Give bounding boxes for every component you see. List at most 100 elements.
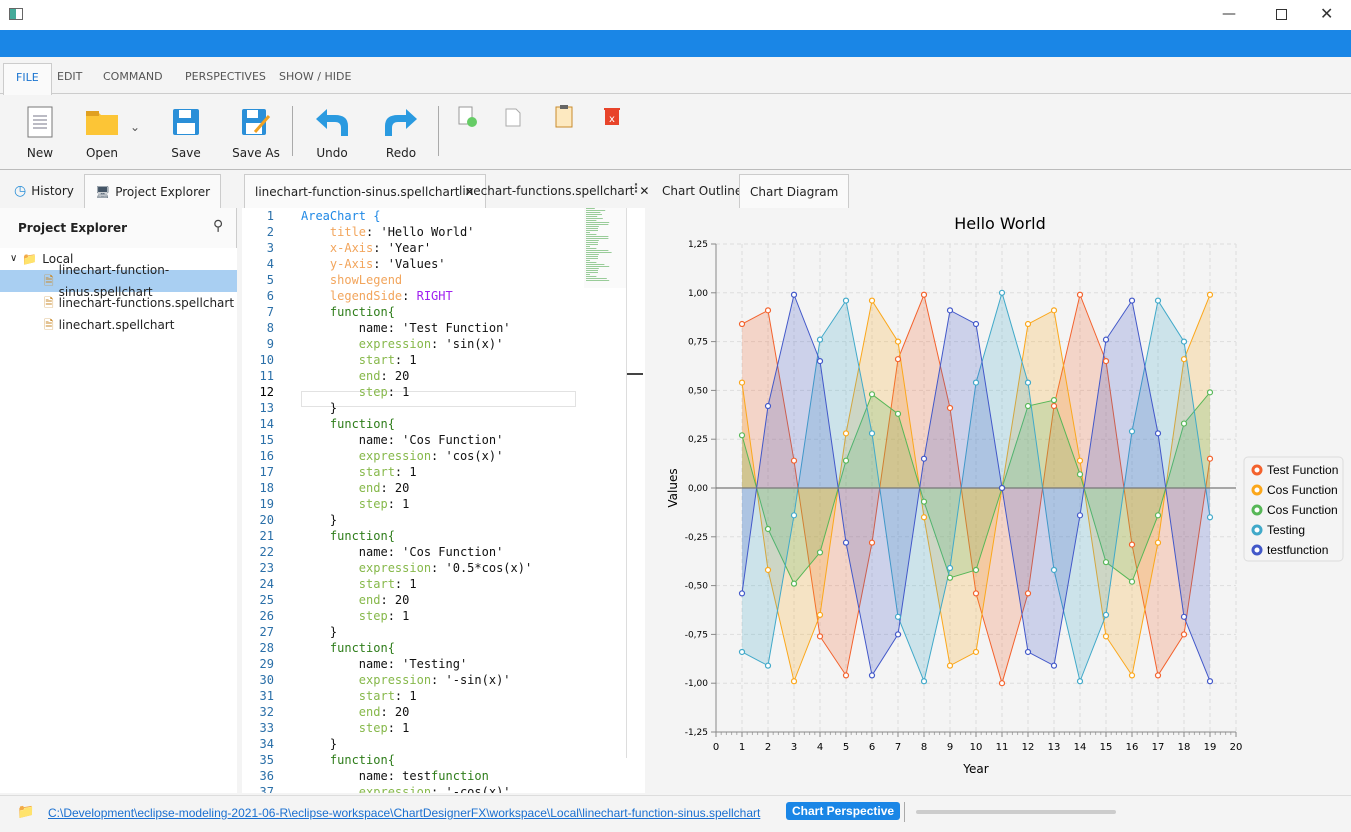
open-dropdown-chevron-icon[interactable]: ⌄ [130, 120, 140, 134]
file-icon: 🗎 [44, 274, 54, 288]
close-button[interactable]: ✕ [1320, 4, 1333, 23]
code-line: end: 20 [301, 368, 410, 384]
line-number: 12 [259, 385, 274, 399]
undo-label: Undo [316, 146, 348, 160]
code-editor[interactable]: 1 AreaChart {2 title: 'Hello World' 3 x-Ax… [242, 208, 645, 793]
tree-file[interactable]: 🗎 linechart-function-sinus.spellchart [0, 263, 237, 299]
legend-marker [1251, 544, 1263, 556]
line-number: 31 [259, 689, 274, 703]
code-token: y-Axis [329, 257, 374, 271]
minimap[interactable] [584, 208, 626, 288]
x-tick-label: 19 [1204, 742, 1217, 753]
tab-label: History [31, 184, 74, 198]
tab-chart-outline[interactable]: Chart Outline [652, 174, 752, 208]
data-point [790, 580, 798, 587]
data-point [1076, 457, 1084, 464]
line-number: 1 [266, 209, 274, 223]
file-path-link[interactable]: C:\Development\eclipse-modeling-2021-06-… [48, 806, 760, 820]
x-tick-label: 18 [1178, 742, 1191, 753]
line-number: 25 [259, 593, 274, 607]
tab-history[interactable]: ◷ History [4, 174, 84, 208]
menu-tab-show-hide[interactable]: SHOW / HIDE [267, 63, 363, 95]
new-file-add-icon[interactable] [458, 106, 478, 131]
code-line: x-Axis: 'Year' [301, 240, 431, 256]
editor-tab-functions[interactable]: linechart-functions.spellchart ✕ [449, 174, 659, 208]
data-point [1180, 631, 1188, 638]
code-token: expression [358, 449, 432, 463]
data-point [816, 336, 824, 343]
code-line: function{ [301, 416, 395, 432]
redo-button[interactable]: Redo [381, 104, 421, 160]
data-point [764, 525, 772, 533]
search-icon[interactable]: ⚲ [213, 218, 223, 234]
data-point [1076, 471, 1084, 478]
data-point [1180, 356, 1188, 363]
file-icon: 🗎 [44, 318, 54, 332]
code-line: start: 1 [301, 576, 417, 592]
y-tick-label: -0,75 [685, 630, 708, 640]
clipboard-paste-icon[interactable] [555, 104, 573, 131]
save-as-label: Save As [232, 146, 280, 160]
chevron-down-icon[interactable]: ∨ [10, 248, 17, 270]
code-line: start: 1 [301, 688, 417, 704]
delete-icon[interactable]: x [604, 106, 620, 129]
data-point [894, 410, 902, 417]
copy-icon[interactable] [505, 105, 523, 130]
svg-text:x: x [609, 114, 615, 125]
scrollbar-thumb[interactable] [626, 373, 643, 375]
new-button[interactable]: New [20, 104, 60, 160]
undo-button[interactable]: Undo [312, 104, 352, 160]
minimize-button[interactable]: — [1222, 6, 1236, 22]
data-point [1154, 539, 1162, 546]
y-tick-label: 0,75 [688, 338, 708, 348]
tab-chart-diagram[interactable]: Chart Diagram [739, 174, 850, 208]
title-bar: — ✕ [0, 0, 1351, 30]
line-number: 2 [266, 225, 274, 239]
data-point [972, 590, 980, 597]
code-token: : 20 [380, 705, 410, 719]
maximize-button[interactable] [1276, 9, 1287, 20]
data-point [764, 566, 772, 574]
data-point [1102, 336, 1110, 343]
code-token: end [358, 481, 381, 495]
more-tabs-icon[interactable]: ⋮ [630, 181, 642, 195]
line-number: 29 [259, 657, 274, 671]
new-document-icon [20, 104, 60, 140]
tree-file[interactable]: 🗎 linechart-functions.spellchart [0, 292, 237, 314]
code-token: end [358, 593, 381, 607]
perspective-badge[interactable]: Chart Perspective [786, 802, 901, 820]
menu-tab-perspectives[interactable]: PERSPECTIVES [173, 63, 278, 95]
history-clock-icon: ◷ [14, 183, 27, 199]
menu-tab-command[interactable]: COMMAND [91, 63, 175, 95]
line-number: 13 [259, 401, 274, 415]
tree-file[interactable]: 🗎 linechart.spellchart [0, 314, 237, 336]
menu-tab-edit[interactable]: EDIT [45, 63, 94, 95]
status-bar: 📁 C:\Development\eclipse-modeling-2021-0… [0, 795, 1351, 832]
x-tick-label: 3 [791, 742, 797, 753]
tab-project-explorer[interactable]: 🖥 Project Explorer [84, 174, 222, 208]
code-token: { [387, 641, 395, 655]
code-token: function [329, 305, 388, 319]
data-point [972, 379, 980, 386]
code-token: end [358, 369, 381, 383]
x-tick-label: 5 [843, 742, 849, 753]
data-point [1024, 320, 1032, 328]
code-token: expression [358, 785, 432, 793]
data-point [920, 678, 928, 685]
code-token: end [358, 705, 381, 719]
data-point [842, 539, 850, 546]
data-point [842, 430, 850, 437]
code-line: start: 1 [301, 464, 417, 480]
open-button[interactable]: Open [80, 104, 124, 160]
save-button[interactable]: Save [166, 104, 206, 160]
code-line: name: testfunction [301, 768, 489, 784]
save-as-button[interactable]: Save As [232, 104, 280, 160]
